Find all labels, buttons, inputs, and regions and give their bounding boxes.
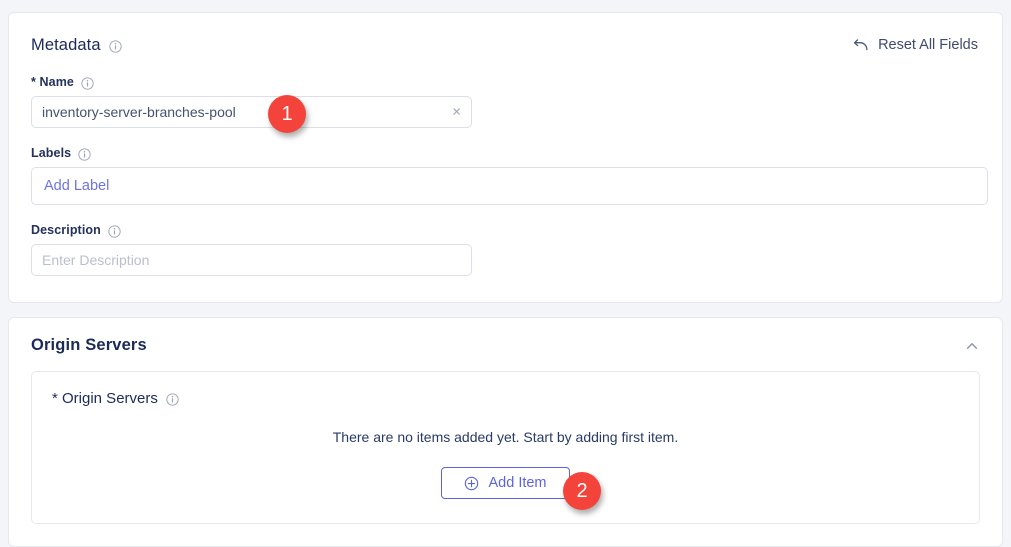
- name-label-row: * Name: [31, 75, 980, 90]
- description-input[interactable]: Enter Description: [31, 244, 472, 276]
- name-field-group: * Name inventory-server-branches-pool ×: [31, 75, 980, 128]
- description-label: Description: [31, 223, 101, 237]
- clear-icon[interactable]: ×: [452, 105, 461, 120]
- metadata-header: Metadata Reset All Fields: [31, 35, 980, 55]
- description-field-group: Description Enter Description: [31, 223, 980, 276]
- step-marker-2: 2: [563, 472, 601, 510]
- name-input-value: inventory-server-branches-pool: [42, 104, 236, 120]
- info-icon[interactable]: [81, 76, 94, 90]
- labels-input[interactable]: Add Label: [31, 167, 988, 205]
- add-item-button[interactable]: Add Item: [441, 467, 570, 499]
- labels-label: Labels: [31, 146, 72, 160]
- labels-field-group: Labels Add Label: [31, 146, 988, 205]
- reset-all-fields-button[interactable]: Reset All Fields: [850, 35, 980, 55]
- origin-servers-field-label: * Origin Servers: [52, 390, 158, 407]
- chevron-up-icon[interactable]: [964, 338, 980, 354]
- info-icon[interactable]: [108, 39, 122, 53]
- info-icon[interactable]: [78, 147, 91, 161]
- description-placeholder: Enter Description: [42, 252, 150, 268]
- page-title: Metadata: [31, 35, 101, 54]
- add-label-link[interactable]: Add Label: [44, 178, 109, 194]
- step-marker-1: 1: [268, 95, 306, 133]
- origin-servers-card: Origin Servers * Origin Servers There ar…: [8, 317, 1003, 547]
- origin-servers-field-label-row: * Origin Servers: [52, 390, 959, 407]
- plus-circle-icon: [464, 476, 479, 491]
- name-input[interactable]: inventory-server-branches-pool ×: [31, 96, 472, 128]
- reset-arrow-icon: [852, 38, 869, 53]
- origin-servers-title: Origin Servers: [31, 336, 147, 354]
- form-page: Metadata Reset All Fields * Name invento…: [0, 0, 1011, 547]
- info-icon[interactable]: [166, 393, 179, 406]
- origin-servers-header[interactable]: Origin Servers: [31, 336, 980, 355]
- metadata-title-group: Metadata: [31, 36, 122, 55]
- name-label: * Name: [31, 75, 74, 89]
- reset-all-fields-label: Reset All Fields: [878, 37, 978, 53]
- description-label-row: Description: [31, 223, 980, 238]
- empty-state-text: There are no items added yet. Start by a…: [332, 429, 679, 445]
- info-icon[interactable]: [108, 224, 121, 238]
- metadata-card: Metadata Reset All Fields * Name invento…: [8, 12, 1003, 303]
- origin-servers-panel: * Origin Servers There are no items adde…: [31, 371, 980, 524]
- add-item-row: Add Item: [52, 467, 959, 499]
- labels-label-row: Labels: [31, 146, 980, 161]
- add-item-label: Add Item: [488, 475, 547, 491]
